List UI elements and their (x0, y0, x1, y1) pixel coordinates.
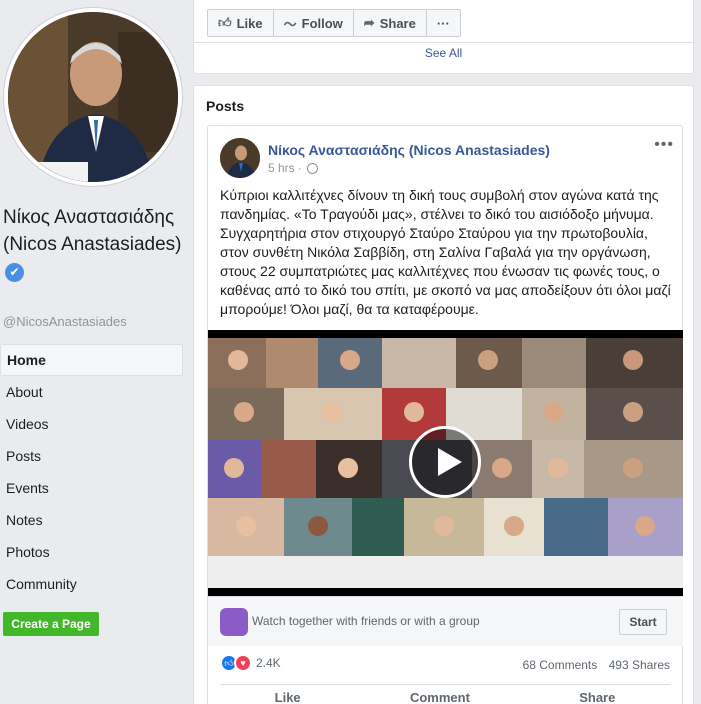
share-page-button[interactable]: ➦ Share (352, 9, 427, 37)
nav-item-community[interactable]: Community (0, 568, 183, 600)
watch-party-icon (220, 608, 248, 636)
nav-item-photos[interactable]: Photos (0, 536, 183, 568)
rss-icon: 〜 (283, 16, 297, 32)
page-actions-card: 👍︎ Like 〜 Follow ➦ Share ··· See All (193, 0, 694, 74)
more-dots-icon: ··· (436, 15, 450, 31)
nav-item-events[interactable]: Events (0, 472, 183, 504)
see-all-link[interactable]: See All (194, 46, 693, 60)
video-player[interactable] (208, 330, 683, 596)
play-button-icon[interactable] (409, 426, 481, 498)
post-author-avatar[interactable] (220, 138, 260, 178)
reaction-count: 2.4K (256, 656, 281, 670)
share-page-label: Share (379, 15, 416, 31)
page-nav: Home About Videos Posts Events Notes Pho… (0, 344, 183, 600)
divider (194, 42, 693, 43)
page-name[interactable]: Νίκος Αναστασιάδης (Nicos Anastasiades) … (3, 204, 188, 285)
nav-item-posts[interactable]: Posts (0, 440, 183, 472)
post-meta: 5 hrs · (268, 161, 318, 175)
like-page-label: Like (236, 15, 263, 31)
start-watch-button[interactable]: Start (619, 609, 667, 635)
engagement-counts: 68 Comments 493 Shares (515, 658, 670, 672)
page-name-text: Νίκος Αναστασιάδης (Nicos Anastasiades) (3, 207, 182, 255)
nav-item-videos[interactable]: Videos (0, 408, 183, 440)
profile-picture[interactable] (4, 8, 182, 186)
post-action-bar: Like Comment Share (220, 690, 670, 704)
create-page-button[interactable]: Create a Page (3, 612, 99, 636)
avatar-illustration (220, 138, 260, 178)
more-options-button[interactable]: ··· (425, 9, 461, 37)
page-handle: @NicosAnastasiades (3, 314, 127, 329)
posts-heading: Posts (206, 98, 245, 114)
post-timestamp[interactable]: 5 hrs (268, 161, 295, 175)
posts-card: Posts Νίκος Αναστασιάδης (Nicos Anastasi… (193, 85, 694, 704)
shares-count[interactable]: 493 Shares (609, 658, 670, 672)
post-share-button[interactable]: Share (579, 690, 615, 704)
post-like-button[interactable]: Like (275, 690, 301, 704)
divider (220, 684, 670, 685)
meta-separator: · (297, 161, 302, 175)
globe-icon (306, 162, 318, 174)
left-column: Νίκος Αναστασιάδης (Nicos Anastasiades) … (0, 0, 193, 704)
like-page-button[interactable]: 👍︎ Like (207, 9, 274, 37)
nav-item-home[interactable]: Home (0, 344, 183, 376)
nav-item-about[interactable]: About (0, 376, 183, 408)
post-options-button[interactable]: ••• (654, 136, 674, 154)
follow-button[interactable]: 〜 Follow (272, 9, 354, 37)
post: Νίκος Αναστασιάδης (Nicos Anastasiades) … (207, 125, 683, 704)
post-text: Κύπριοι καλλιτέχνες δίνουν τη δική τους … (220, 187, 671, 317)
thumbs-up-icon: 👍︎ (218, 15, 232, 30)
follow-label: Follow (301, 15, 343, 31)
love-reaction-icon: ♥ (234, 654, 252, 672)
action-bar: 👍︎ Like 〜 Follow ➦ Share ··· (207, 9, 461, 37)
reactions-summary[interactable]: 👍︎ ♥ 2.4K (220, 654, 281, 672)
post-comment-button[interactable]: Comment (410, 690, 470, 704)
comments-count[interactable]: 68 Comments (523, 658, 598, 672)
profile-photo-illustration (8, 12, 178, 182)
watch-together-text: Watch together with friends or with a gr… (252, 614, 480, 628)
share-arrow-icon: ➦ (363, 15, 375, 30)
nav-item-notes[interactable]: Notes (0, 504, 183, 536)
verified-badge-icon: ✔ (5, 263, 24, 282)
post-author-name[interactable]: Νίκος Αναστασιάδης (Nicos Anastasiades) (268, 142, 550, 158)
watch-together-bar: Watch together with friends or with a gr… (208, 596, 683, 646)
